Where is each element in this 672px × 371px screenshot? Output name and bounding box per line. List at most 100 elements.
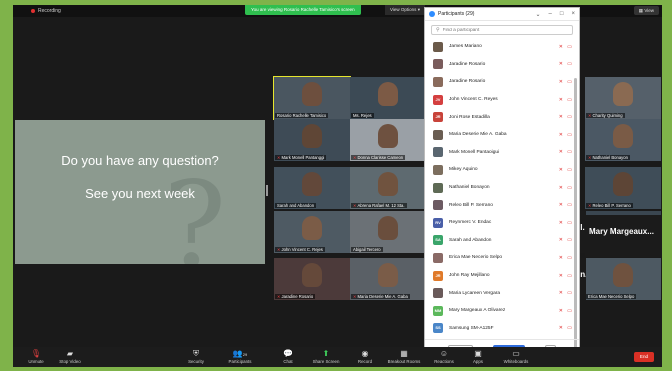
record-icon: ◉ [361,349,369,358]
video-tile-off[interactable]: Mary Margeaux... [585,215,661,257]
participant-row[interactable]: MM Mary Margeaux A Olivarez ✕ ▭ [425,302,575,320]
camera-off-icon: ▭ [567,219,572,226]
participant-video [613,124,633,148]
video-tile[interactable]: ✕Maria Deserie Mie A. Gaba [350,258,426,300]
security-label: Security [188,359,204,364]
unmute-button[interactable]: 🎙 Unmute [19,349,53,364]
participant-row[interactable]: Jaradine Rosario ✕ ▭ [425,56,575,74]
camera-off-icon: ▭ [567,272,572,279]
scrollbar[interactable] [574,78,577,348]
tile-name-label: ✕Maria Deserie Mie A. Gaba [351,294,410,299]
participant-row[interactable]: Mikey Aquino ✕ ▭ [425,161,575,179]
participant-avatar [433,129,443,140]
tile-name-label: ✕Donna Clarisse Cameon [351,155,406,160]
chat-label: Chat [283,359,293,364]
video-tile[interactable]: ✕Mark Monell Pantanggi [274,119,350,161]
search-input[interactable] [442,25,563,35]
video-tile[interactable]: Rosario Rachelle Tamisico [273,76,351,120]
participant-avatar: MM [433,305,443,316]
stop-video-button[interactable]: ▰ Stop Video [53,349,87,364]
participant-row[interactable]: JR Joni Rose Estadilla ✕ ▭ [425,108,575,126]
close-icon[interactable]: × [571,11,575,17]
video-tile[interactable]: Erica Mae Necerio Selpo [585,258,661,300]
smile-icon: ☺ [439,349,449,358]
breakout-rooms-button[interactable]: ▦ Breakout Rooms [387,349,421,364]
participant-name: Joni Rose Estadilla [449,114,490,120]
people-icon: 👥29 [232,349,248,358]
muted-mic-icon: ✕ [558,290,563,297]
participant-avatar [433,200,443,211]
tile-name-label: ✕John Vincent C. Rejes [275,247,325,252]
view-options-label: View Options [390,7,417,12]
muted-mic-icon: ✕ [558,149,563,156]
tile-name-label: Erica Mae Necerio Selpo [586,294,637,299]
chat-icon: 💬 [283,349,293,358]
muted-mic-icon: ✕ [588,155,592,160]
participant-video [378,82,398,106]
participant-row[interactable]: Nathaniel Bonayon ✕ ▭ [425,179,575,197]
record-label: Record [357,359,373,364]
participant-row[interactable]: JV John Vincent C. Reyes ✕ ▭ [425,91,575,109]
apps-label: Apps [472,359,483,364]
camera-off-icon: ▭ [567,43,572,50]
participant-name: Mark Monell Pantaoigui [449,149,500,155]
participant-row[interactable]: JR John Ray Mejillano ✕ ▭ [425,267,575,285]
recording-indicator[interactable]: Recording [31,8,61,14]
participant-name: Maria Deserie Mie A. Gaba [449,132,507,138]
participant-row[interactable]: Mark Monell Pantaoigui ✕ ▭ [425,144,575,162]
participant-row[interactable]: Jaradine Rosario ✕ ▭ [425,73,575,91]
participant-name: Jaradine Rosario [449,79,486,85]
participant-row[interactable]: James Mariano ✕ ▭ [425,38,575,56]
muted-mic-icon: ✕ [558,114,563,121]
slide-line-2: See you next week [85,186,195,201]
participant-name: Samsung SM-A125F [449,325,494,331]
chat-button[interactable]: 💬 Chat [271,349,305,364]
participant-row[interactable]: SA Sarah and Abandon ✕ ▭ [425,232,575,250]
reactions-label: Reactions [434,359,454,364]
participant-avatar: RV [433,217,443,228]
video-tile[interactable]: ✕Jaradine Rosario [274,258,350,300]
participant-search[interactable]: ⚲ [431,25,573,35]
participant-avatar [433,164,443,175]
tile-name: Mark Monell Pantanggi [281,155,325,160]
participant-row[interactable]: Maria Lycareen Vergara ✕ ▭ [425,284,575,302]
video-tile[interactable]: ✕John Vincent C. Rejes [274,211,350,253]
video-tile[interactable]: Abigail Tercero [350,211,426,253]
video-tile[interactable]: ✕Abrena Rafael M. 12 Sta. [350,167,426,209]
reactions-button[interactable]: ☺ Reactions [427,349,461,364]
participant-row[interactable]: Releo Bill P. Serrano ✕ ▭ [425,196,575,214]
muted-mic-icon: ✕ [558,307,563,314]
muted-mic-icon: ✕ [558,325,563,332]
end-meeting-button[interactable]: End [634,352,654,362]
maximize-icon[interactable]: □ [560,11,564,17]
camera-off-icon: ▭ [567,131,572,138]
participant-row[interactable]: RV Reynmerc V. Endac ✕ ▭ [425,214,575,232]
video-tile[interactable]: ✕Donna Clarisse Cameon [350,119,426,161]
record-button[interactable]: ◉ Record [348,349,382,364]
participant-name: Reynmerc V. Endac [449,220,492,226]
muted-mic-icon: ✕ [558,96,563,103]
video-tile[interactable]: ✕Charity Quiming [585,77,661,119]
participant-video [302,216,322,240]
minimize-icon[interactable]: – [549,11,552,17]
video-tile[interactable]: Sarah and Abandon [274,167,350,209]
apps-button[interactable]: ▣ Apps [461,349,495,364]
split-divider-handle[interactable] [266,185,268,196]
view-options-button[interactable]: View Options ▾ [385,5,425,15]
participant-row[interactable]: Erica Mae Necerio Selpo ✕ ▭ [425,249,575,267]
tile-name: Charity Quiming [592,113,623,118]
whiteboards-button[interactable]: ▭ Whiteboards [499,349,533,364]
video-tile[interactable]: ✕Nathaniel Bonayon [585,119,661,161]
camera-off-icon: ▭ [567,290,572,297]
participant-row[interactable]: SS Samsung SM-A125F ✕ ▭ [425,320,575,338]
video-tile[interactable]: ✕Releo Bill P. Serrano [585,167,661,209]
participant-row[interactable]: Maria Deserie Mie A. Gaba ✕ ▭ [425,126,575,144]
security-button[interactable]: ⛨ Security [179,349,213,364]
chevron-down-icon[interactable]: ⌄ [535,11,540,18]
participants-button[interactable]: 👥29 Participants [223,349,257,364]
tile-name: Maria Deserie Mie A. Gaba [357,294,408,299]
camera-off-icon: ▭ [567,237,572,244]
share-screen-button[interactable]: ⬆ Share Screen [309,349,343,364]
video-tile[interactable]: Ms. Rejes [350,77,426,119]
view-button[interactable]: ▦ View [633,6,659,15]
